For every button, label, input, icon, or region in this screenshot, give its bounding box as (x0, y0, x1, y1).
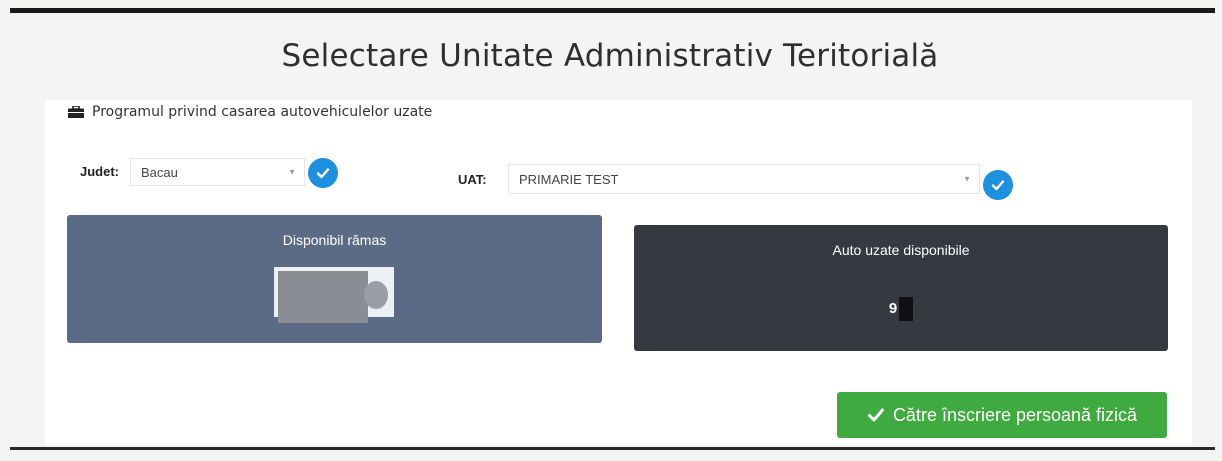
card-header: Programul privind casarea autovehiculelo… (68, 104, 432, 120)
bottom-border (10, 447, 1215, 450)
register-individual-label: Către înscriere persoană fizică (892, 404, 1138, 425)
redacted-value (274, 267, 394, 323)
register-individual-button[interactable]: Către înscriere persoană fizică (837, 392, 1167, 438)
judet-confirm-button[interactable] (308, 158, 338, 188)
available-vehicles-panel: Auto uzate disponibile 9 (634, 225, 1168, 351)
available-vehicles-title: Auto uzate disponibile (832, 242, 970, 258)
check-icon (316, 168, 330, 179)
chevron-down-icon: ▼ (288, 167, 296, 177)
judet-label: Judet: (80, 164, 119, 179)
uat-select-value: PRIMARIE TEST (519, 171, 619, 187)
judet-select[interactable]: Bacau ▼ (130, 158, 305, 186)
briefcase-icon (68, 106, 84, 118)
available-remaining-panel: Disponibil rămas (67, 215, 602, 343)
judet-select-value: Bacau (141, 164, 178, 180)
redacted-digit (899, 297, 914, 321)
uat-select[interactable]: PRIMARIE TEST ▼ (508, 164, 980, 194)
uat-confirm-button[interactable] (983, 170, 1013, 200)
card-header-text: Programul privind casarea autovehiculelo… (92, 104, 433, 120)
check-icon (991, 180, 1005, 191)
top-border (10, 8, 1215, 13)
uat-label: UAT: (458, 172, 487, 187)
available-remaining-title: Disponibil rămas (282, 232, 387, 248)
available-vehicles-value: 9 (634, 297, 1168, 321)
chevron-down-icon: ▼ (963, 174, 971, 184)
check-icon (867, 408, 884, 422)
page-title: Selectare Unitate Administrativ Teritori… (281, 38, 939, 74)
